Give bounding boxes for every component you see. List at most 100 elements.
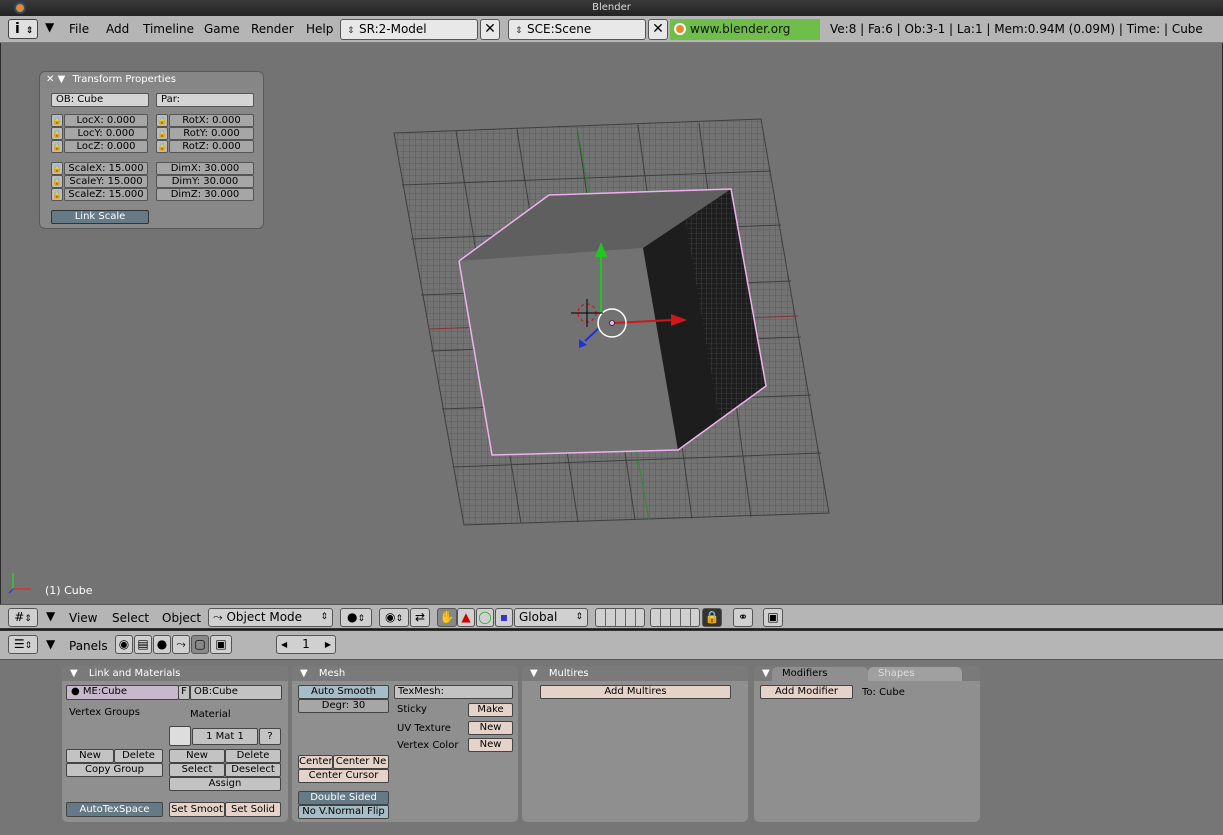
material-color-swatch[interactable] (169, 726, 191, 746)
menu-view[interactable]: View (69, 611, 97, 625)
arrow-left-icon[interactable]: ◀ (281, 636, 287, 653)
copy-group-button[interactable]: Copy Group (66, 763, 163, 777)
collapse-menu-icon[interactable]: ▼ (45, 20, 54, 34)
link-scale-toggle[interactable]: Link Scale (51, 210, 149, 224)
rotz-field[interactable]: RotZ: 0.000 (169, 140, 254, 153)
script-context-icon[interactable]: ▤ (134, 635, 152, 654)
screen-selector[interactable]: ⇕ SR:2-Model (340, 19, 478, 40)
editor-type-button[interactable]: ☰⇕ (8, 635, 38, 654)
editing-context-icon[interactable]: ▢ (191, 635, 209, 654)
collapse-menu-icon[interactable]: ▼ (46, 637, 55, 651)
hand-manipulator-icon[interactable]: ✋ (437, 608, 457, 627)
roty-field[interactable]: RotY: 0.000 (169, 127, 254, 140)
sticky-make-button[interactable]: Make (468, 703, 513, 717)
rotx-field[interactable]: RotX: 0.000 (169, 114, 254, 127)
menu-game[interactable]: Game (204, 22, 240, 36)
material-select-button[interactable]: Select (169, 763, 225, 777)
center-new-button[interactable]: Center Ne (333, 755, 389, 769)
collapse-arrow-icon[interactable]: ▼ (762, 668, 770, 679)
scale-manipulator-icon[interactable]: ▪ (495, 608, 513, 627)
tab-modifiers[interactable]: Modifiers (772, 667, 868, 681)
uv-texture-new-button[interactable]: New (468, 721, 513, 735)
mode-selector[interactable]: ⤳ Object Mode ⇕ (208, 608, 333, 627)
smooth-degree-field[interactable]: Degr: 30 (298, 699, 389, 713)
add-modifier-button[interactable]: Add Modifier (760, 685, 853, 699)
lock-icon[interactable]: 🔒 (51, 114, 63, 127)
lock-icon[interactable]: 🔒 (51, 175, 63, 188)
set-solid-button[interactable]: Set Solid (225, 802, 281, 817)
menu-timeline[interactable]: Timeline (143, 22, 194, 36)
mesh-datablock-field[interactable]: ● ME:Cube (66, 685, 179, 700)
locx-field[interactable]: LocX: 0.000 (64, 114, 148, 127)
material-assign-button[interactable]: Assign (169, 777, 281, 791)
pivot-button[interactable]: ◉⇕ (379, 608, 409, 627)
info-window-type-button[interactable]: i ⇕ (8, 19, 38, 39)
center-cursor-button[interactable]: Center Cursor (298, 769, 389, 783)
lock-icon[interactable]: 🔒 (156, 114, 168, 127)
double-sided-toggle[interactable]: Double Sided (298, 791, 389, 805)
render-preview-icon[interactable]: ▣ (763, 608, 783, 627)
panel-titlebar[interactable]: ✕ ▼ Transform Properties (40, 72, 263, 88)
layer-buttons-group-2[interactable] (650, 608, 700, 627)
auto-smooth-toggle[interactable]: Auto Smooth (298, 685, 389, 699)
object-context-icon[interactable]: ⤳ (172, 635, 190, 654)
parent-field[interactable]: Par: (156, 93, 254, 107)
close-icon[interactable]: ✕ (46, 74, 54, 85)
material-delete-button[interactable]: Delete (225, 749, 281, 763)
material-index-field[interactable]: 1 Mat 1 (192, 728, 258, 745)
collapse-arrow-icon[interactable]: ▼ (300, 668, 308, 679)
object-name-field[interactable]: OB:Cube (190, 685, 282, 700)
scalex-field[interactable]: ScaleX: 15.000 (64, 162, 148, 175)
menu-add[interactable]: Add (106, 22, 129, 36)
logic-context-icon[interactable]: ◉ (115, 635, 133, 654)
layer-buttons-group-1[interactable] (595, 608, 645, 627)
orientation-selector[interactable]: Global ⇕ (514, 608, 588, 627)
lock-icon[interactable]: 🔒 (51, 127, 63, 140)
menu-object[interactable]: Object (162, 611, 201, 625)
lock-icon[interactable]: 🔒 (51, 140, 63, 153)
delete-screen-button[interactable]: ✕ (480, 19, 500, 40)
menu-render[interactable]: Render (251, 22, 294, 36)
proportional-edit-icon[interactable]: ⚭ (733, 608, 753, 627)
translate-manipulator-icon[interactable]: ▲ (457, 608, 475, 627)
fake-user-button[interactable]: F (178, 685, 190, 700)
collapse-arrow-icon[interactable]: ▼ (70, 668, 78, 679)
material-new-button[interactable]: New (169, 749, 225, 763)
object-name-field[interactable]: OB: Cube (51, 93, 149, 107)
scaley-field[interactable]: ScaleY: 15.000 (64, 175, 148, 188)
vgroup-delete-button[interactable]: Delete (114, 749, 163, 763)
delete-scene-button[interactable]: ✕ (648, 19, 668, 40)
texmesh-field[interactable]: TexMesh: (394, 685, 513, 699)
draw-type-button[interactable]: ●⇕ (340, 608, 372, 627)
tab-shapes[interactable]: Shapes (868, 667, 962, 681)
center-button[interactable]: Center (298, 755, 333, 769)
panel-titlebar[interactable]: ▼ Link and Materials (62, 666, 288, 681)
snap-button[interactable]: ⇄ (410, 608, 430, 627)
dimx-field[interactable]: DimX: 30.000 (156, 162, 254, 175)
scalez-field[interactable]: ScaleZ: 15.000 (64, 188, 148, 201)
menu-select[interactable]: Select (112, 611, 149, 625)
autotexspace-toggle[interactable]: AutoTexSpace (66, 802, 163, 817)
dimy-field[interactable]: DimY: 30.000 (156, 175, 254, 188)
collapse-arrow-icon[interactable]: ▼ (58, 74, 66, 85)
menu-help[interactable]: Help (306, 22, 333, 36)
add-multires-button[interactable]: Add Multires (540, 685, 731, 699)
shading-context-icon[interactable]: ● (153, 635, 171, 654)
editor-type-button[interactable]: #⇕ (8, 608, 38, 627)
rotate-manipulator-icon[interactable]: ◯ (476, 608, 494, 627)
vgroup-new-button[interactable]: New (66, 749, 114, 763)
lock-icon[interactable]: 🔒 (156, 127, 168, 140)
lock-icon[interactable]: 🔒 (51, 162, 63, 175)
lock-icon[interactable]: 🔒 (51, 188, 63, 201)
panel-titlebar[interactable]: ▼ Mesh (292, 666, 518, 681)
frame-field[interactable]: ◀ 1 ▶ (276, 635, 336, 654)
locy-field[interactable]: LocY: 0.000 (64, 127, 148, 140)
scene-context-icon[interactable]: ▣ (210, 635, 232, 654)
material-deselect-button[interactable]: Deselect (225, 763, 281, 777)
set-smooth-button[interactable]: Set Smoot (169, 802, 225, 817)
locz-field[interactable]: LocZ: 0.000 (64, 140, 148, 153)
3d-viewport[interactable]: (1) Cube ✕ ▼ Transform Properties OB: Cu… (0, 43, 1223, 604)
vertex-color-new-button[interactable]: New (468, 738, 513, 752)
scene-selector[interactable]: ⇕ SCE:Scene (508, 19, 646, 40)
no-vnormal-flip-toggle[interactable]: No V.Normal Flip (298, 805, 389, 819)
